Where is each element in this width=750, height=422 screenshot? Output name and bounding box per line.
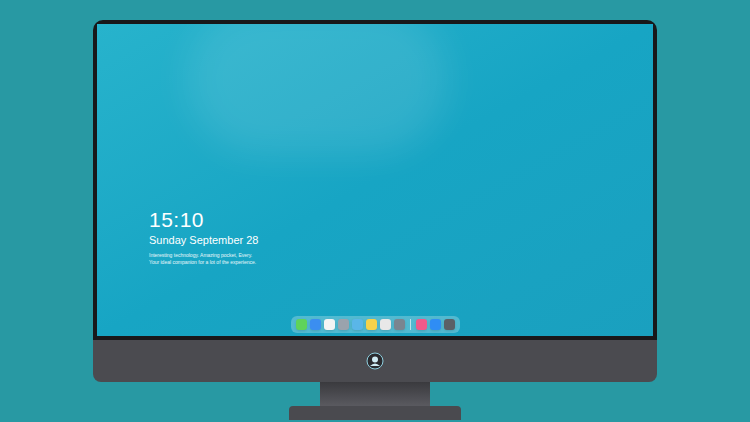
dock [291, 316, 460, 333]
app-icon[interactable] [352, 319, 363, 330]
app-icon[interactable] [366, 319, 377, 330]
app-icon[interactable] [430, 319, 441, 330]
monitor-bezel: 15:10Sunday September 28 Interesting tech… [93, 20, 657, 340]
monitor-neck [320, 382, 430, 406]
brand-logo-icon [366, 352, 384, 370]
app-icon[interactable] [380, 319, 391, 330]
monitor: 15:10Sunday September 28 Interesting tech… [93, 20, 657, 382]
app-icon[interactable] [324, 319, 335, 330]
app-icon[interactable] [310, 319, 321, 330]
water-highlight [187, 24, 447, 154]
app-icon[interactable] [416, 319, 427, 330]
desktop-scene: 15:10Sunday September 28 Interesting tech… [0, 0, 750, 422]
dock-area [97, 316, 653, 333]
lock-note: Your ideal companion for a lot of the ex… [149, 259, 258, 266]
clock-time: 15:10 [149, 208, 258, 232]
dock-separator [410, 319, 411, 330]
lock-screen: 15:10Sunday September 28 Interesting tech… [97, 24, 653, 336]
app-icon[interactable] [444, 319, 455, 330]
app-icon[interactable] [296, 319, 307, 330]
monitor-base [289, 406, 461, 420]
clock-widget: 15:10Sunday September 28 Interesting tech… [149, 208, 258, 266]
lock-notes: Interesting technology. Amazing pocket, … [149, 252, 258, 266]
clock-date: Sunday September 28 [149, 233, 258, 247]
app-icon[interactable] [338, 319, 349, 330]
monitor-chin [93, 340, 657, 382]
lock-note: Interesting technology. Amazing pocket, … [149, 252, 258, 259]
app-icon[interactable] [394, 319, 405, 330]
